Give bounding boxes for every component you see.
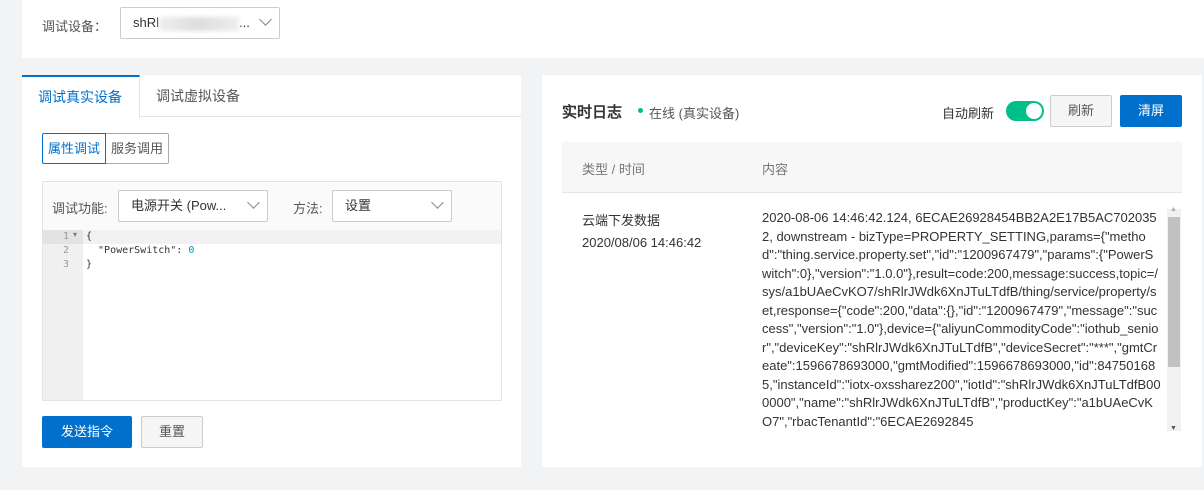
function-value: 电源开关 (Pow...: [131, 198, 227, 213]
tab-virtual-device[interactable]: 调试虚拟设备: [140, 75, 256, 117]
online-dot-icon: [638, 108, 643, 113]
debug-panel: 调试真实设备 调试虚拟设备 属性调试 服务调用 调试功能: 电源开关 (Pow.…: [22, 75, 521, 467]
line-number: 2: [62, 245, 69, 256]
device-label: 调试设备：: [42, 19, 108, 34]
reset-button[interactable]: 重置: [141, 416, 203, 448]
device-status: 在线 (真实设备): [649, 106, 740, 121]
code-editor[interactable]: { "PowerSwitch": 0 }: [83, 230, 501, 400]
method-value: 设置: [345, 198, 372, 213]
chevron-down-icon: [247, 196, 260, 209]
clear-button[interactable]: 清屏: [1120, 95, 1182, 127]
realtime-log-panel: 实时日志 在线 (真实设备) 自动刷新 刷新 清屏 类型 / 时间 内容 云端下…: [542, 75, 1202, 467]
device-bar: 调试设备： shRl...: [22, 0, 1204, 58]
code-line: }: [86, 259, 93, 270]
function-label: 调试功能:: [52, 201, 108, 216]
fold-arrow-icon[interactable]: ▾: [73, 230, 77, 239]
auto-refresh-toggle[interactable]: [1006, 101, 1044, 121]
ellipsis: ...: [239, 15, 250, 30]
code-line: {: [86, 231, 93, 242]
tab-real-device[interactable]: 调试真实设备: [22, 75, 140, 118]
column-type-time: 类型 / 时间: [582, 162, 645, 177]
method-select[interactable]: 设置: [332, 190, 452, 222]
refresh-button[interactable]: 刷新: [1050, 95, 1112, 127]
log-scrollbar[interactable]: ▲ ▼: [1167, 206, 1181, 432]
auto-refresh-label: 自动刷新: [942, 106, 995, 121]
segment-service-call[interactable]: 服务调用: [106, 133, 170, 164]
log-type: 云端下发数据: [582, 213, 661, 228]
scroll-up-icon[interactable]: ▲: [1170, 206, 1177, 213]
mode-segment: 属性调试 服务调用: [42, 133, 170, 164]
segment-property-debug[interactable]: 属性调试: [42, 133, 107, 164]
method-label: 方法:: [293, 201, 323, 216]
log-content: 2020-08-06 14:46:42.124, 6ECAE26928454BB…: [762, 210, 1161, 429]
scroll-down-icon[interactable]: ▼: [1170, 425, 1177, 432]
device-value: shRl: [133, 15, 160, 30]
device-select[interactable]: shRl...: [120, 7, 280, 39]
chevron-down-icon: [259, 13, 272, 26]
scrollbar-thumb[interactable]: [1168, 217, 1180, 367]
line-number: 3: [62, 259, 69, 270]
redacted-blur: [159, 16, 240, 31]
log-table-header: 类型 / 时间 内容: [562, 142, 1182, 193]
line-gutter: 1 ▾ 2 3: [43, 230, 83, 400]
code-line: "PowerSwitch": 0: [86, 245, 195, 256]
log-time: 2020/08/06 14:46:42: [582, 235, 702, 250]
log-title: 实时日志: [562, 104, 623, 121]
code-value: 0: [188, 245, 195, 256]
chevron-down-icon: [431, 196, 444, 209]
debug-tabs: 调试真实设备 调试虚拟设备: [22, 75, 521, 118]
column-content: 内容: [762, 162, 789, 177]
debug-editor: 调试功能: 电源开关 (Pow... 方法: 设置 1 ▾ 2 3 { "Pow…: [42, 181, 502, 401]
send-command-button[interactable]: 发送指令: [42, 416, 132, 448]
function-select[interactable]: 电源开关 (Pow...: [118, 190, 268, 222]
